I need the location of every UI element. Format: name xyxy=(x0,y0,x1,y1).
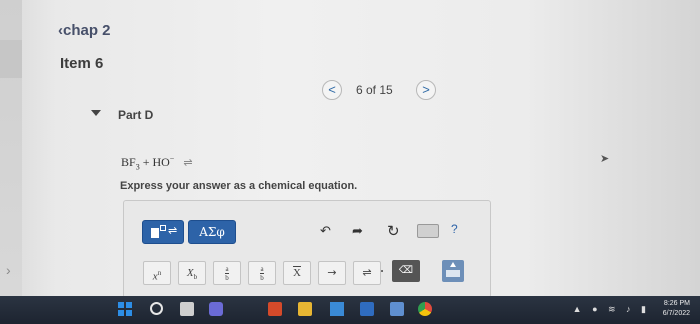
superscript-button[interactable]: xn xyxy=(143,261,171,285)
mouse-cursor-icon: ➤ xyxy=(600,153,610,165)
dot-button[interactable]: • xyxy=(376,261,388,283)
item-counter: 6 of 15 xyxy=(356,83,393,97)
breadcrumb-label: chap 2 xyxy=(63,22,111,39)
mail-icon[interactable] xyxy=(360,302,374,316)
part-title: Part D xyxy=(118,108,154,122)
formula-plus-ho: + HO xyxy=(142,155,170,169)
formula-bf: BF xyxy=(121,155,136,169)
formula-charge: − xyxy=(169,154,175,163)
fraction-button[interactable]: ab xyxy=(213,261,241,285)
reaction-arrow-button[interactable]: → xyxy=(318,261,346,285)
answer-editor: ⇌ ΑΣφ ↶ ➦ ↻ ? xn Xb ab ab X → ⇌ • ⌫ xyxy=(123,200,491,298)
chrome-icon[interactable] xyxy=(418,302,432,316)
windows-taskbar: ▲ ● ≋ ♪ ▮ 8:26 PM 6/7/2022 xyxy=(0,296,700,324)
question-instruction: Express your answer as a chemical equati… xyxy=(120,180,358,192)
media-icon[interactable] xyxy=(390,302,404,316)
equilibrium-arrow-icon: ⇌ xyxy=(183,157,193,169)
previous-item-button[interactable]: < xyxy=(322,80,342,100)
task-view-icon[interactable] xyxy=(180,302,194,316)
clock[interactable]: 8:26 PM 6/7/2022 xyxy=(663,299,690,319)
file-explorer-icon[interactable] xyxy=(298,302,312,316)
formula-subscript: 3 xyxy=(135,162,140,172)
delete-button[interactable]: ⌫ xyxy=(392,260,420,282)
breadcrumb-back-link[interactable]: ‹chap 2 xyxy=(58,22,111,39)
left-sidebar xyxy=(0,0,22,296)
clock-time: 8:26 PM xyxy=(663,300,690,307)
keyboard-toggle-button[interactable] xyxy=(442,260,464,282)
overbar-button[interactable]: X xyxy=(283,261,311,285)
windows-start-icon[interactable] xyxy=(118,302,132,316)
expand-sidebar-icon[interactable]: › xyxy=(6,262,11,278)
item-title: Item 6 xyxy=(60,55,104,72)
video-call-icon[interactable] xyxy=(209,302,223,316)
office-icon[interactable] xyxy=(268,302,282,316)
subscript-button[interactable]: Xb xyxy=(178,261,206,285)
next-item-button[interactable]: > xyxy=(416,80,436,100)
system-tray-icons[interactable]: ▲ ● ≋ ♪ ▮ xyxy=(573,304,650,315)
collapse-part-icon[interactable] xyxy=(91,110,101,116)
greek-symbols-button[interactable]: ΑΣφ xyxy=(188,220,236,244)
keyboard-shortcuts-icon[interactable] xyxy=(417,224,439,238)
help-button[interactable]: ? xyxy=(451,222,458,236)
store-icon[interactable] xyxy=(330,302,344,316)
undo-icon[interactable]: ↶ xyxy=(320,223,331,239)
content-area: › ‹chap 2 Item 6 < 6 of 15 > Part D BF3 … xyxy=(0,0,700,298)
reaction-formula: BF3 + HO− ⇌ xyxy=(121,154,193,171)
clock-date: 6/7/2022 xyxy=(662,310,690,317)
redo-icon[interactable]: ➦ xyxy=(352,223,363,239)
nested-fraction-button[interactable]: ab xyxy=(248,261,276,285)
reset-icon[interactable]: ↻ xyxy=(387,222,400,240)
search-icon[interactable] xyxy=(150,302,163,315)
templates-button[interactable]: ⇌ xyxy=(142,220,184,244)
